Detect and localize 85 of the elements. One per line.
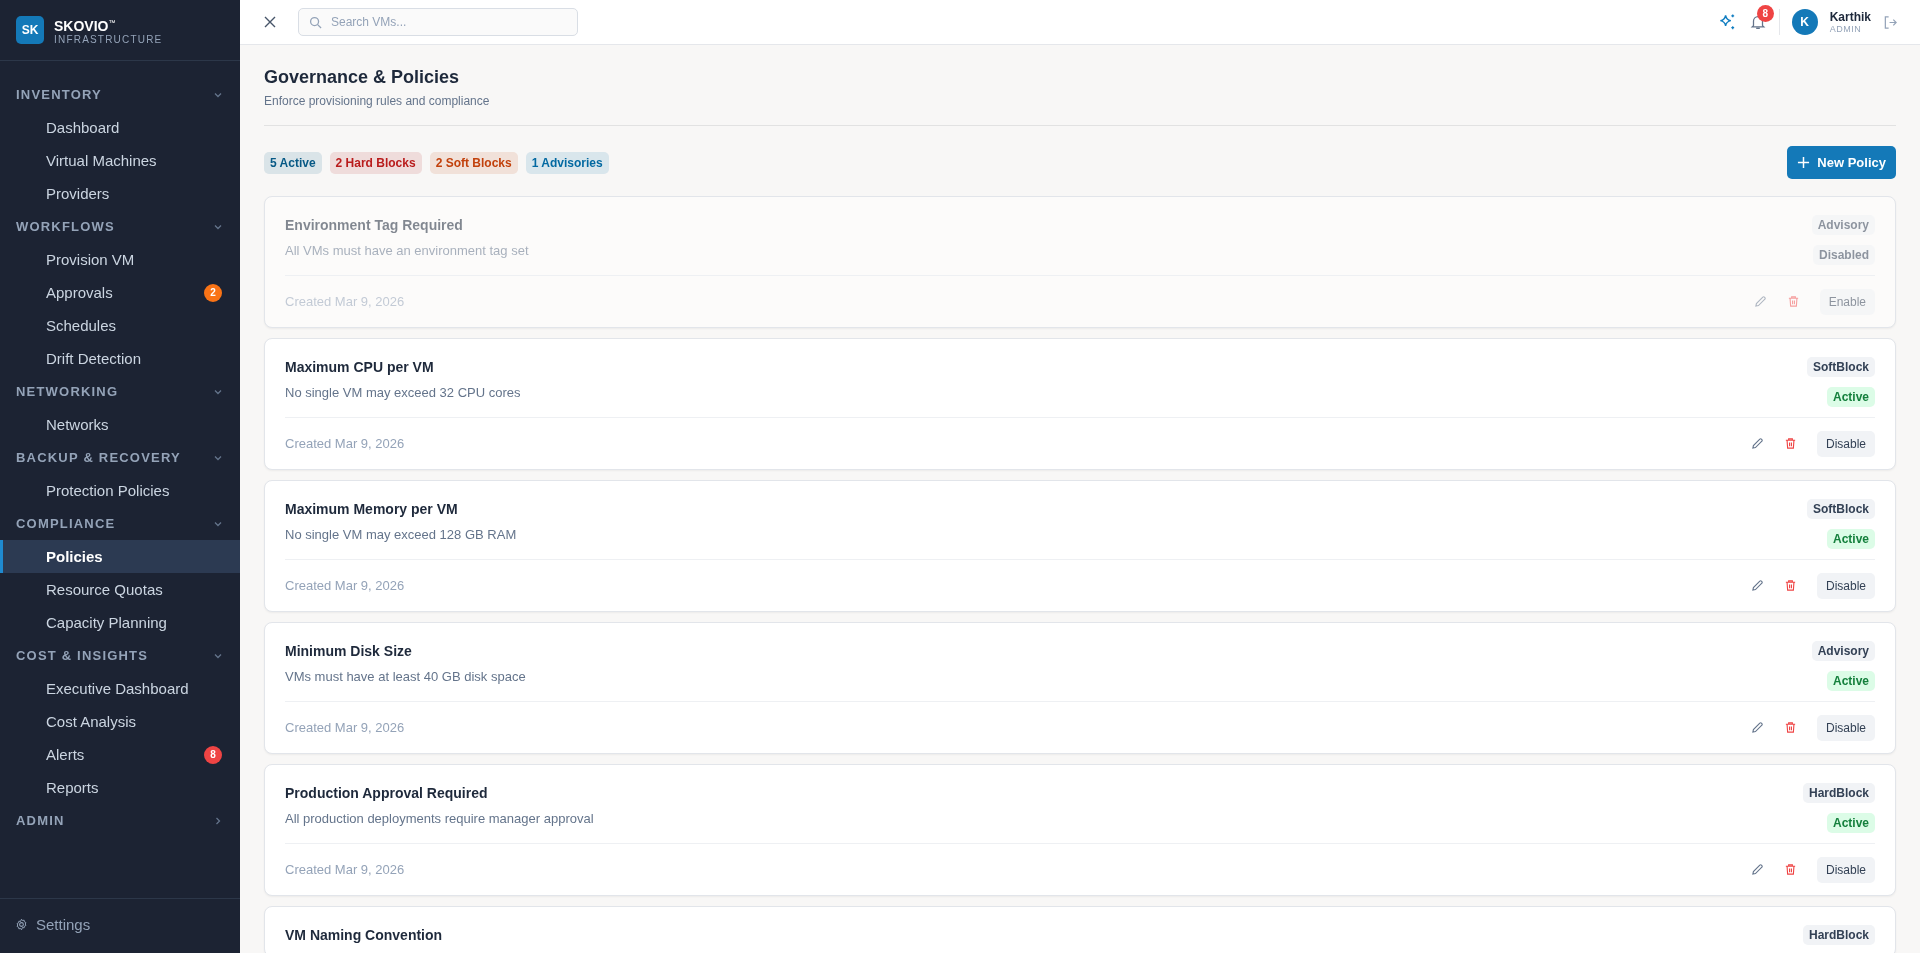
policy-name: Maximum CPU per VM — [285, 359, 435, 375]
user-role: ADMIN — [1829, 24, 1863, 34]
status-tag: Active — [1826, 671, 1875, 691]
policy-name: Production Approval Required — [285, 785, 489, 801]
section-header[interactable]: COST & INSIGHTS — [0, 639, 240, 672]
close-icon[interactable] — [264, 16, 276, 28]
policy-type-tag: Advisory — [1811, 215, 1875, 235]
summary-chip: 2 Hard Blocks — [329, 151, 422, 174]
disable-button[interactable]: Disable — [1816, 714, 1875, 741]
policy-name: Minimum Disk Size — [285, 643, 413, 659]
policy-type-tag: Advisory — [1811, 641, 1875, 661]
logo-badge: SK — [16, 16, 44, 44]
nav-item[interactable]: Provision VM — [0, 243, 240, 276]
nav-item[interactable]: Schedules — [0, 309, 240, 342]
created-date: Created Mar 9, 2026 — [285, 578, 405, 593]
nav-item[interactable]: Approvals 2 — [0, 276, 240, 309]
pencil-icon[interactable] — [1750, 863, 1764, 876]
summary-chip: 2 Soft Blocks — [429, 151, 518, 174]
created-date: Created Mar 9, 2026 — [285, 720, 405, 735]
count-badge: 8 — [204, 745, 222, 764]
policy-name: Environment Tag Required — [285, 217, 464, 233]
nav-item[interactable]: Capacity Planning — [0, 606, 240, 639]
count-badge: 2 — [204, 283, 222, 302]
new-policy-button[interactable]: New Policy — [1787, 146, 1896, 179]
status-tag: Active — [1826, 387, 1875, 407]
pencil-icon[interactable] — [1750, 437, 1764, 450]
settings-icon — [15, 917, 28, 931]
nav-item[interactable]: Protection Policies — [0, 474, 240, 507]
brand-name: SKOVIO$^{™}$ — [54, 16, 117, 34]
trash-icon[interactable] — [1783, 721, 1797, 734]
section-header[interactable]: NETWORKING — [0, 375, 240, 408]
nav-item[interactable]: Drift Detection — [0, 342, 240, 375]
policy-type-tag: SoftBlock — [1807, 357, 1875, 377]
nav-item[interactable]: Executive Dashboard — [0, 672, 240, 705]
policy-type-tag: HardBlock — [1802, 783, 1875, 803]
pencil-icon[interactable] — [1750, 579, 1764, 592]
page-subtitle: Enforce provisioning rules and compliance — [264, 94, 491, 108]
policy-description: All VMs must have an environment tag set — [285, 243, 529, 258]
section-header[interactable]: WORKFLOWS — [0, 210, 240, 243]
user-name: Karthik — [1829, 10, 1871, 24]
search-icon — [309, 16, 322, 29]
page-title: Governance & Policies — [264, 67, 461, 88]
nav-item[interactable]: Dashboard — [0, 111, 240, 144]
section-header[interactable]: ADMIN — [0, 804, 240, 837]
summary-chip: 1 Advisories — [525, 151, 609, 174]
plus-icon — [1797, 156, 1811, 169]
brand-tagline: INFRASTRUCTURE — [54, 33, 163, 45]
policy-name: VM Naming Convention — [285, 927, 443, 943]
policy-name: Maximum Memory per VM — [285, 501, 459, 517]
trash-icon[interactable] — [1783, 437, 1797, 450]
policy-type-tag: SoftBlock — [1807, 499, 1875, 519]
status-tag: Disabled — [1813, 245, 1875, 265]
logout-icon[interactable] — [1883, 14, 1898, 30]
nav-item[interactable]: Reports — [0, 771, 240, 804]
avatar[interactable]: K — [1791, 9, 1818, 35]
disable-button[interactable]: Disable — [1816, 572, 1875, 599]
status-tag: Active — [1826, 529, 1875, 549]
policy-type-tag: HardBlock — [1802, 925, 1875, 945]
nav-item[interactable]: Virtual Machines — [0, 144, 240, 177]
nav-item[interactable]: Alerts 8 — [0, 738, 240, 771]
section-header[interactable]: BACKUP & RECOVERY — [0, 441, 240, 474]
search-field[interactable]: Search VMs... — [298, 8, 578, 36]
created-date: Created Mar 9, 2026 — [285, 294, 405, 309]
created-date: Created Mar 9, 2026 — [285, 436, 405, 451]
nav-item[interactable]: Policies — [0, 540, 240, 573]
created-date: Created Mar 9, 2026 — [285, 862, 405, 877]
sparkle-icon[interactable] — [1717, 12, 1737, 32]
status-tag: Active — [1826, 813, 1875, 833]
policy-description: No single VM may exceed 128 GB RAM — [285, 527, 517, 542]
nav-item[interactable]: Resource Quotas — [0, 573, 240, 606]
pencil-icon[interactable] — [1750, 721, 1764, 734]
section-header[interactable]: INVENTORY — [0, 78, 240, 111]
disable-button[interactable]: Disable — [1816, 856, 1875, 883]
section-header[interactable]: COMPLIANCE — [0, 507, 240, 540]
disable-button[interactable]: Disable — [1816, 430, 1875, 457]
policy-description: No single VM may exceed 32 CPU cores — [285, 385, 521, 400]
nav-item[interactable]: Cost Analysis — [0, 705, 240, 738]
summary-chip: 5 Active — [264, 151, 322, 174]
nav-item[interactable]: Providers — [0, 177, 240, 210]
trash-icon[interactable] — [1783, 579, 1797, 592]
nav-item[interactable]: Networks — [0, 408, 240, 441]
policy-description: All production deployments require manager approval — [285, 811, 594, 826]
trash-icon[interactable] — [1783, 863, 1797, 876]
notification-badge: 8 — [1756, 5, 1774, 22]
policy-description: VMs must have at least 40 GB disk space — [285, 669, 526, 684]
